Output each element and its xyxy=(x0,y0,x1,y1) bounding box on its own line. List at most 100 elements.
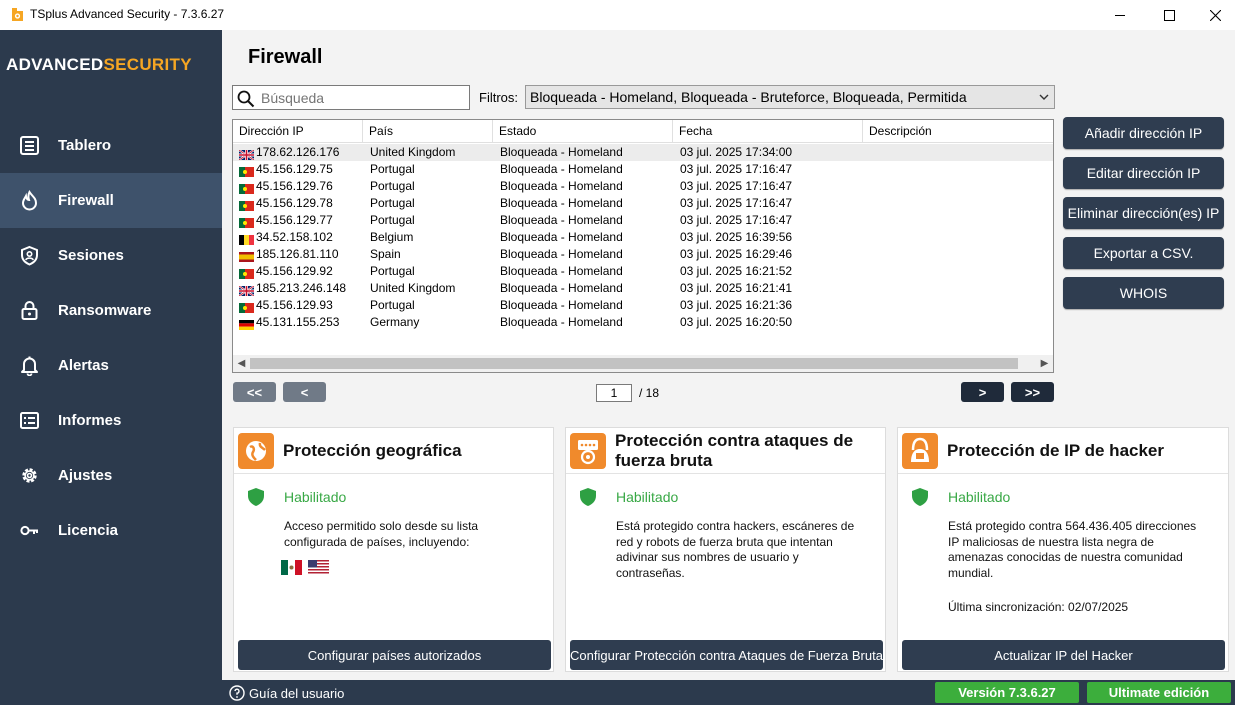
export-csv-button[interactable]: Exportar a CSV. xyxy=(1063,237,1224,269)
horizontal-scrollbar[interactable]: ◀ ▶ xyxy=(233,355,1053,372)
cell-ip: 185.213.246.148 xyxy=(256,281,347,295)
edit-ip-button[interactable]: Editar dirección IP xyxy=(1063,157,1224,189)
column-header-state[interactable]: Estado xyxy=(493,120,673,143)
sidebar-item-label: Alertas xyxy=(58,357,109,374)
cell-date: 03 jul. 2025 16:21:36 xyxy=(680,298,793,312)
cell-ip: 178.62.126.176 xyxy=(256,145,340,159)
portugal-flag-icon xyxy=(239,215,254,228)
flame-icon xyxy=(21,190,38,211)
geo-protection-card: Protección geográfica Habilitado Acceso … xyxy=(233,427,554,672)
cell-state: Bloqueada - Homeland xyxy=(500,298,623,312)
hacker-icon xyxy=(902,433,938,469)
scrollbar-thumb[interactable] xyxy=(250,358,1018,369)
card-title: Protección contra ataques de fuerza brut… xyxy=(615,431,854,470)
cell-date: 03 jul. 2025 16:21:41 xyxy=(680,281,793,295)
sidebar-item-label: Tablero xyxy=(58,137,112,154)
table-row[interactable]: 45.156.129.77 Portugal Bloqueada - Homelan… xyxy=(233,212,1053,229)
sidebar-item-informes[interactable]: Informes xyxy=(0,393,222,448)
update-hacker-ip-button[interactable]: Actualizar IP del Hacker xyxy=(902,640,1225,670)
table-row[interactable]: 178.62.126.176 United Kingdom Bloqueada - … xyxy=(233,144,1053,161)
spain-flag-icon xyxy=(239,249,254,262)
filter-selected-value: Bloqueada - Homeland, Bloqueada - Brutef… xyxy=(530,89,967,105)
last-page-button[interactable]: >> xyxy=(1011,382,1054,402)
cell-ip: 45.156.129.76 xyxy=(256,179,333,193)
close-button[interactable] xyxy=(1192,0,1235,30)
card-description: Acceso permitido solo desde su lista con… xyxy=(284,519,479,549)
sidebar-item-sesiones[interactable]: Sesiones xyxy=(0,228,222,283)
page-number-input[interactable]: 1 xyxy=(596,384,632,402)
column-header-country[interactable]: País xyxy=(363,120,493,143)
search-box xyxy=(232,85,470,110)
maximize-button[interactable] xyxy=(1146,0,1192,30)
cell-date: 03 jul. 2025 16:20:50 xyxy=(680,315,793,329)
delete-ip-button[interactable]: Eliminar dirección(es) IP xyxy=(1063,197,1224,229)
robot-icon xyxy=(570,433,606,469)
sidebar-item-ajustes[interactable]: Ajustes xyxy=(0,448,222,503)
table-row[interactable]: 185.126.81.110 Spain Bloqueada - Homeland 0… xyxy=(233,246,1053,263)
user-guide-link[interactable]: Guía del usuario xyxy=(229,685,344,701)
table-row[interactable]: 34.52.158.102 Belgium Bloqueada - Homeland… xyxy=(233,229,1053,246)
table-row[interactable]: 45.156.129.93 Portugal Bloqueada - Homelan… xyxy=(233,297,1053,314)
cell-ip: 45.156.129.77 xyxy=(256,213,333,227)
sidebar-item-label: Ransomware xyxy=(58,302,152,319)
table-row[interactable]: 45.131.155.253 Germany Bloqueada - Homelan… xyxy=(233,314,1053,331)
cell-date: 03 jul. 2025 17:16:47 xyxy=(680,162,793,176)
whois-button[interactable]: WHOIS xyxy=(1063,277,1224,309)
page-total: / 18 xyxy=(639,386,660,400)
cell-ip: 45.156.129.75 xyxy=(256,162,333,176)
bell-icon xyxy=(21,356,38,376)
card-header: Protección contra ataques de fuerza brut… xyxy=(566,428,885,474)
column-header-date[interactable]: Fecha xyxy=(673,120,863,143)
minimize-icon xyxy=(1114,14,1125,16)
shield-check-icon xyxy=(580,488,596,506)
sidebar-item-label: Licencia xyxy=(58,522,119,539)
cell-state: Bloqueada - Homeland xyxy=(500,179,623,193)
table-row[interactable]: 45.156.129.92 Portugal Bloqueada - Homelan… xyxy=(233,263,1053,280)
minimize-button[interactable] xyxy=(1097,0,1143,30)
cell-state: Bloqueada - Homeland xyxy=(500,145,623,159)
cell-state: Bloqueada - Homeland xyxy=(500,196,623,210)
last-sync-label: Última sincronización: 02/07/2025 xyxy=(948,600,1129,614)
sidebar: ADVANCEDSECURITY Tablero Firewall Sesion… xyxy=(0,30,222,705)
sidebar-item-licencia[interactable]: Licencia xyxy=(0,503,222,558)
next-page-button[interactable]: > xyxy=(961,382,1004,402)
sidebar-item-alertas[interactable]: Alertas xyxy=(0,338,222,393)
configure-bruteforce-button[interactable]: Configurar Protección contra Ataques de … xyxy=(570,640,883,670)
table-row[interactable]: 45.156.129.75 Portugal Bloqueada - Homelan… xyxy=(233,161,1053,178)
sidebar-item-firewall[interactable]: Firewall xyxy=(0,173,222,228)
sidebar-item-label: Informes xyxy=(58,412,122,429)
card-title: Protección geográfica xyxy=(283,441,462,460)
cell-country: Portugal xyxy=(370,298,415,312)
scroll-left-icon[interactable]: ◀ xyxy=(233,355,250,372)
lock-icon xyxy=(21,301,38,320)
card-title: Protección de IP de hacker xyxy=(947,441,1164,460)
cell-date: 03 jul. 2025 17:16:47 xyxy=(680,179,793,193)
column-header-description[interactable]: Descripción xyxy=(863,120,1053,143)
configure-countries-button[interactable]: Configurar países autorizados xyxy=(238,640,551,670)
cell-state: Bloqueada - Homeland xyxy=(500,264,623,278)
edition-badge[interactable]: Ultimate edición xyxy=(1087,682,1231,703)
cell-date: 03 jul. 2025 17:16:47 xyxy=(680,196,793,210)
column-header-ip[interactable]: Dirección IP xyxy=(233,120,363,143)
filter-dropdown[interactable]: Bloqueada - Homeland, Bloqueada - Brutef… xyxy=(525,85,1055,109)
mexico-flag-icon xyxy=(281,560,302,575)
add-ip-button[interactable]: Añadir dirección IP xyxy=(1063,117,1224,149)
belgium-flag-icon xyxy=(239,232,254,245)
filter-label: Filtros: xyxy=(479,90,518,105)
scroll-right-icon[interactable]: ▶ xyxy=(1036,355,1053,372)
usa-flag-icon xyxy=(308,560,329,575)
sidebar-item-tablero[interactable]: Tablero xyxy=(0,118,222,173)
shield-check-icon xyxy=(248,488,264,506)
table-row[interactable]: 45.156.129.76 Portugal Bloqueada - Homelan… xyxy=(233,178,1053,195)
table-row[interactable]: 45.156.129.78 Portugal Bloqueada - Homelan… xyxy=(233,195,1053,212)
search-input[interactable] xyxy=(261,88,461,107)
previous-page-button[interactable]: < xyxy=(283,382,326,402)
table-header: Dirección IP País Estado Fecha Descripci… xyxy=(233,120,1053,143)
cell-country: Spain xyxy=(370,247,401,261)
table-row[interactable]: 185.213.246.148 United Kingdom Bloqueada -… xyxy=(233,280,1053,297)
version-badge[interactable]: Versión 7.3.6.27 xyxy=(935,682,1079,703)
cell-state: Bloqueada - Homeland xyxy=(500,247,623,261)
first-page-button[interactable]: << xyxy=(233,382,276,402)
sidebar-item-ransomware[interactable]: Ransomware xyxy=(0,283,222,338)
bruteforce-protection-card: Protección contra ataques de fuerza brut… xyxy=(565,427,886,672)
